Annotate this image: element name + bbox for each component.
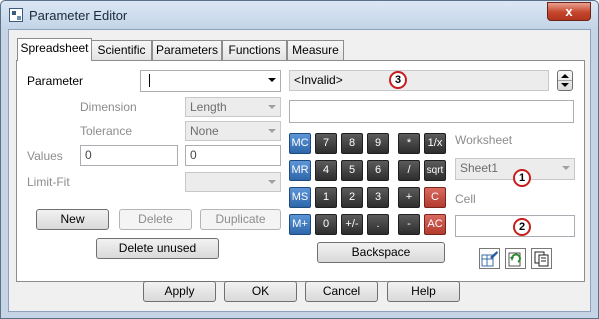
key-4[interactable]: 4 [315, 160, 337, 181]
tolerance-label: Tolerance [80, 124, 133, 138]
value-2-input[interactable]: 0 [185, 145, 281, 166]
title-bar[interactable]: Parameter Editor x [1, 1, 598, 29]
key-mc[interactable]: MC [289, 133, 311, 154]
chevron-down-icon [268, 129, 276, 133]
key-ms[interactable]: MS [289, 187, 311, 208]
tab-measure[interactable]: Measure [287, 40, 344, 60]
spin-buttons[interactable] [557, 70, 573, 91]
parameter-editor-window: Parameter Editor x Spreadsheet Scientifi… [0, 0, 599, 319]
ok-button[interactable]: OK [224, 281, 297, 302]
spin-divider [558, 80, 572, 81]
parameter-label: Parameter [27, 74, 84, 88]
new-button[interactable]: New [36, 209, 109, 230]
parameter-combo[interactable] [140, 70, 281, 92]
key-clear[interactable]: C [424, 187, 446, 208]
window-title: Parameter Editor [29, 8, 128, 23]
key-5[interactable]: 5 [341, 160, 363, 181]
limit-fit-label: Limit-Fit [27, 175, 70, 189]
tab-parameters[interactable]: Parameters [152, 40, 222, 60]
callout-marker-1: 1 [513, 169, 531, 187]
dimension-combo[interactable]: Length [185, 97, 281, 117]
help-button[interactable]: Help [387, 281, 460, 302]
delete-unused-button[interactable]: Delete unused [96, 238, 219, 259]
limit-fit-combo[interactable] [185, 172, 281, 192]
callout-marker-3: 3 [389, 71, 407, 89]
refresh-icon[interactable] [505, 248, 526, 269]
dimension-label: Dimension [80, 100, 137, 114]
key-reciprocal[interactable]: 1/x [424, 133, 446, 154]
key-2[interactable]: 2 [341, 187, 363, 208]
cell-label: Cell [455, 192, 476, 206]
worksheet-label: Worksheet [455, 133, 513, 147]
key-minus[interactable]: - [398, 214, 420, 235]
tab-functions[interactable]: Functions [222, 40, 287, 60]
key-mr[interactable]: MR [289, 160, 311, 181]
key-negate[interactable]: +/- [341, 214, 363, 235]
tab-spreadsheet[interactable]: Spreadsheet [17, 38, 92, 61]
chevron-down-icon [562, 166, 570, 170]
key-8[interactable]: 8 [341, 133, 363, 154]
key-3[interactable]: 3 [367, 187, 389, 208]
spreadsheet-panel: Parameter Dimension Length Tolerance Non… [16, 60, 585, 282]
chevron-down-icon [268, 78, 276, 82]
cancel-button[interactable]: Cancel [305, 281, 378, 302]
backspace-button[interactable]: Backspace [317, 242, 445, 263]
key-m-plus[interactable]: M+ [289, 214, 311, 235]
tolerance-value: None [190, 124, 219, 138]
key-6[interactable]: 6 [367, 160, 389, 181]
copy-icon[interactable] [531, 248, 552, 269]
key-1[interactable]: 1 [315, 187, 337, 208]
apply-button[interactable]: Apply [143, 281, 216, 302]
insert-cell-icon[interactable] [479, 248, 500, 269]
spin-up-icon[interactable] [561, 74, 569, 78]
delete-button[interactable]: Delete [119, 209, 192, 230]
spin-down-icon[interactable] [561, 83, 569, 87]
key-divide[interactable]: / [398, 160, 420, 181]
close-button[interactable]: x [547, 2, 591, 21]
value-1-input[interactable]: 0 [80, 145, 178, 166]
expression-display: <Invalid> [289, 70, 549, 91]
tab-scientific[interactable]: Scientific [91, 40, 152, 60]
key-plus[interactable]: + [398, 187, 420, 208]
app-icon [9, 8, 23, 22]
key-multiply[interactable]: * [398, 133, 420, 154]
key-7[interactable]: 7 [315, 133, 337, 154]
key-0[interactable]: 0 [315, 214, 337, 235]
expression-input[interactable] [289, 100, 574, 123]
chevron-down-icon [268, 180, 276, 184]
text-caret [149, 74, 150, 87]
duplicate-button[interactable]: Duplicate [200, 209, 281, 230]
key-decimal[interactable]: . [367, 214, 389, 235]
dimension-value: Length [190, 100, 227, 114]
key-9[interactable]: 9 [367, 133, 389, 154]
values-label: Values [27, 149, 63, 163]
worksheet-value: Sheet1 [460, 161, 499, 175]
dialog-body: Spreadsheet Scientific Parameters Functi… [8, 29, 591, 312]
key-sqrt[interactable]: sqrt [424, 160, 446, 181]
callout-marker-2: 2 [513, 218, 531, 236]
key-all-clear[interactable]: AC [424, 214, 446, 235]
chevron-down-icon [268, 105, 276, 109]
tolerance-combo[interactable]: None [185, 121, 281, 141]
